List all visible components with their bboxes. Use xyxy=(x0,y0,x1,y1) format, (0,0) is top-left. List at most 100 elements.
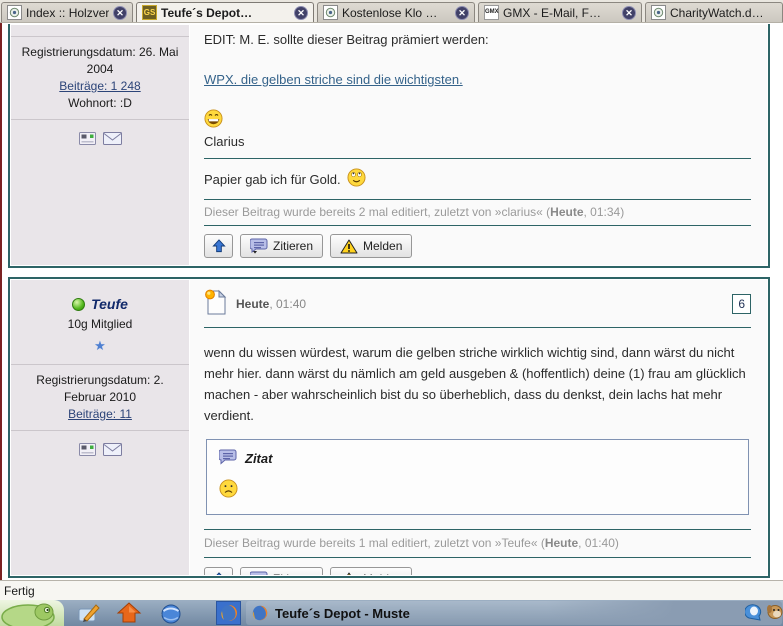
suse-start-icon xyxy=(0,600,64,626)
divider xyxy=(204,158,751,159)
quote-button[interactable]: Zitieren xyxy=(240,567,323,575)
tab-charitywatch[interactable]: CharityWatch.d… xyxy=(645,2,783,22)
tab-teufes-depot[interactable]: GS Teufe´s Depot… ✕ xyxy=(136,2,314,22)
edit-notice: Dieser Beitrag wurde bereits 1 mal editi… xyxy=(204,536,751,550)
post-text-line: EDIT: M. E. sollte dieser Beitrag prämie… xyxy=(204,32,751,47)
edit-notice-time: , 01:34) xyxy=(584,205,625,219)
posts-count-link[interactable]: Beiträge: 11 xyxy=(68,407,132,421)
quote-box: Zitat xyxy=(206,439,749,515)
online-status-dot xyxy=(72,298,85,311)
post-header: Heute, 01:40 6 xyxy=(204,280,751,327)
status-text: Fertig xyxy=(4,584,35,598)
divider xyxy=(204,529,751,530)
posts-count-link[interactable]: Beiträge: 1 248 xyxy=(59,79,140,93)
up-arrow-icon xyxy=(212,239,226,253)
divider xyxy=(204,225,751,226)
edit-notice-text: Dieser Beitrag wurde bereits 1 mal editi… xyxy=(204,536,545,550)
report-button[interactable]: Melden xyxy=(330,234,412,258)
tab-index-holzver[interactable]: Index :: Holzver… ✕ xyxy=(1,2,133,22)
post-date-day: Heute xyxy=(236,297,269,311)
window-edge xyxy=(0,23,2,580)
innocent-smiley xyxy=(347,168,366,190)
edit-notice-date: Heute xyxy=(545,536,578,550)
warning-triangle-icon xyxy=(340,239,358,254)
report-button-label: Melden xyxy=(363,572,402,575)
report-button[interactable]: Melden xyxy=(330,567,412,575)
divider xyxy=(204,557,751,558)
go-to-top-button[interactable] xyxy=(204,567,233,575)
username-link[interactable]: Teufe xyxy=(91,296,128,313)
signature: Papier gab ich für Gold. xyxy=(204,168,751,190)
tab-label: GMX - E-Mail, F… xyxy=(503,6,618,20)
profile-card-icon[interactable] xyxy=(79,132,96,150)
system-tray xyxy=(745,603,783,626)
desktop-taskbar: Teufe´s Depot - Muste xyxy=(0,600,783,626)
firefox-launcher[interactable] xyxy=(216,601,241,625)
go-to-top-button[interactable] xyxy=(204,234,233,258)
author-contact-cell xyxy=(11,120,189,265)
post-actions: Zitieren Melden xyxy=(204,567,751,575)
quote-button[interactable]: Zitieren xyxy=(240,234,323,258)
tab-label: Index :: Holzver… xyxy=(26,6,109,20)
registration-date: Registrierungsdatum: 26. Mai 2004 xyxy=(17,44,183,78)
quote-button-label: Zitieren xyxy=(273,572,313,575)
close-icon[interactable]: ✕ xyxy=(113,6,127,20)
divider xyxy=(204,327,751,328)
divider xyxy=(204,199,751,200)
grin-smiley xyxy=(204,109,751,131)
tray-dog-icon[interactable] xyxy=(765,603,783,626)
wpx-link[interactable]: WPX. die gelben striche sind die wichtig… xyxy=(204,72,463,87)
firefox-icon xyxy=(219,603,239,623)
browser-window: Index :: Holzver… ✕ GS Teufe´s Depot… ✕ … xyxy=(0,0,783,626)
close-icon[interactable]: ✕ xyxy=(455,6,469,20)
gs-site-icon: GS xyxy=(142,5,157,20)
sidebar-spacer xyxy=(11,25,189,37)
tab-bar: Index :: Holzver… ✕ GS Teufe´s Depot… ✕ … xyxy=(0,0,783,23)
email-icon[interactable] xyxy=(103,132,122,150)
page-icon xyxy=(7,5,22,20)
post-content: EDIT: M. E. sollte dieser Beitrag prämie… xyxy=(190,25,767,265)
start-menu-button[interactable] xyxy=(0,600,64,626)
tab-gmx[interactable]: GMX GMX - E-Mail, F… ✕ xyxy=(478,2,642,22)
quote-bubble-icon xyxy=(250,571,268,575)
up-arrow-icon xyxy=(212,572,226,575)
signature-text: Papier gab ich für Gold. xyxy=(204,172,341,187)
tab-kostenlose[interactable]: Kostenlose Klo … ✕ xyxy=(317,2,475,22)
quote-bubble-icon xyxy=(250,238,268,254)
rank-star-icon: ★ xyxy=(17,337,183,354)
author-contact-cell xyxy=(11,431,189,575)
post-author-name: Clarius xyxy=(204,134,751,149)
forum-post-clarius: Registrierungsdatum: 26. Mai 2004 Beiträ… xyxy=(8,24,770,268)
edit-notice: Dieser Beitrag wurde bereits 2 mal editi… xyxy=(204,205,751,219)
post-number-link[interactable]: 6 xyxy=(732,294,751,314)
taskbar-window-button[interactable]: Teufe´s Depot - Muste xyxy=(246,601,782,625)
edit-notice-time: , 01:40) xyxy=(578,536,619,550)
forum-page: Registrierungsdatum: 26. Mai 2004 Beiträ… xyxy=(0,23,783,580)
close-icon[interactable]: ✕ xyxy=(294,6,308,20)
orange-app-icon[interactable] xyxy=(116,601,142,625)
web-globe-icon[interactable] xyxy=(156,601,182,625)
user-rank: 10g Mitglied xyxy=(17,316,183,333)
gmx-icon: GMX xyxy=(484,5,499,20)
page-icon xyxy=(323,5,338,20)
tab-label: Kostenlose Klo … xyxy=(342,6,451,20)
tray-messenger-icon[interactable] xyxy=(745,603,763,626)
post-document-icon xyxy=(204,289,227,319)
post-actions: Zitieren Melden xyxy=(204,234,751,258)
author-location: Wohnort: :D xyxy=(17,95,183,112)
firefox-icon xyxy=(251,604,269,622)
email-icon[interactable] xyxy=(103,443,122,461)
edit-notice-text: Dieser Beitrag wurde bereits 2 mal editi… xyxy=(204,205,550,219)
profile-card-icon[interactable] xyxy=(79,443,96,461)
author-info-cell: Registrierungsdatum: 26. Mai 2004 Beiträ… xyxy=(11,37,189,120)
notes-pen-icon[interactable] xyxy=(76,601,102,625)
page-icon xyxy=(651,5,666,20)
sad-smiley xyxy=(219,479,736,501)
post-body-text: wenn du wissen würdest, warum die gelben… xyxy=(204,342,751,426)
registration-date: Registrierungsdatum: 2. Februar 2010 xyxy=(17,372,183,406)
warning-triangle-icon xyxy=(340,572,358,576)
post-author-sidebar: Registrierungsdatum: 26. Mai 2004 Beiträ… xyxy=(11,25,189,265)
post-date-time: , 01:40 xyxy=(269,297,306,311)
close-icon[interactable]: ✕ xyxy=(622,6,636,20)
author-info-cell: Registrierungsdatum: 2. Februar 2010 Bei… xyxy=(11,365,189,431)
